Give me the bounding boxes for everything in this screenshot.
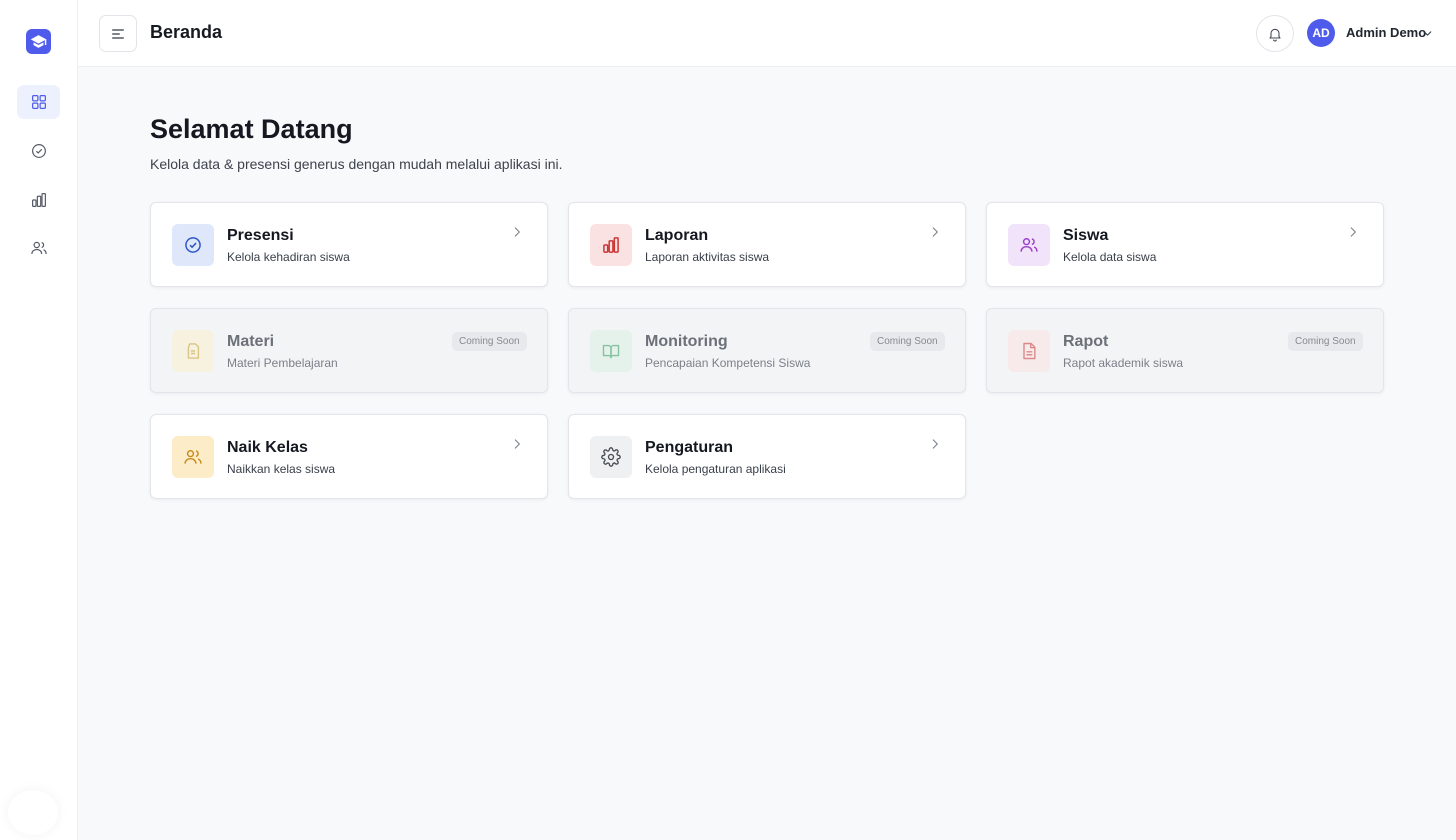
sidebar-item-siswa[interactable] xyxy=(17,231,60,265)
card-title: Laporan xyxy=(645,227,709,244)
sidebar xyxy=(0,0,78,840)
avatar[interactable]: AD xyxy=(1307,19,1335,47)
app-logo-icon[interactable] xyxy=(26,29,51,54)
document-icon xyxy=(172,330,214,372)
welcome-title: Selamat Datang xyxy=(150,114,353,144)
card-rapot: Rapot Rapot akademik siswa Coming Soon xyxy=(986,308,1384,393)
user-name[interactable]: Admin Demo xyxy=(1346,25,1426,40)
file-text-icon xyxy=(1008,330,1050,372)
grid-icon xyxy=(31,95,46,109)
users-icon xyxy=(172,436,214,478)
card-siswa[interactable]: Siswa Kelola data siswa xyxy=(986,202,1384,287)
notification-button[interactable] xyxy=(1256,15,1294,52)
card-materi: Materi Materi Pembelajaran Coming Soon xyxy=(150,308,548,393)
help-widget[interactable] xyxy=(8,790,58,835)
card-title: Monitoring xyxy=(645,333,728,350)
chevron-right-icon xyxy=(928,437,942,456)
card-description: Kelola data siswa xyxy=(1063,250,1157,264)
check-circle-icon xyxy=(172,224,214,266)
chevron-right-icon xyxy=(510,437,524,456)
chevron-down-icon[interactable] xyxy=(1421,27,1434,45)
top-header: Beranda AD Admin Demo xyxy=(78,0,1456,67)
welcome-subtitle: Kelola data & presensi generus dengan mu… xyxy=(150,156,563,172)
sidebar-item-presensi[interactable] xyxy=(17,134,60,168)
card-monitoring: Monitoring Pencapaian Kompetensi Siswa C… xyxy=(568,308,966,393)
sidebar-item-dashboard[interactable] xyxy=(17,85,60,119)
users-icon xyxy=(1008,224,1050,266)
page-title: Beranda xyxy=(150,22,223,42)
gear-icon xyxy=(590,436,632,478)
card-title: Naik Kelas xyxy=(227,439,308,456)
coming-soon-badge: Coming Soon xyxy=(452,332,527,351)
card-presensi[interactable]: Presensi Kelola kehadiran siswa xyxy=(150,202,548,287)
card-title: Siswa xyxy=(1063,227,1109,244)
card-naik-kelas[interactable]: Naik Kelas Naikkan kelas siswa xyxy=(150,414,548,499)
users-icon xyxy=(30,241,47,255)
bell-icon xyxy=(1269,28,1281,41)
card-laporan[interactable]: Laporan Laporan aktivitas siswa xyxy=(568,202,966,287)
chevron-right-icon xyxy=(928,225,942,244)
card-pengaturan[interactable]: Pengaturan Kelola pengaturan aplikasi xyxy=(568,414,966,499)
chevron-right-icon xyxy=(1346,225,1360,244)
sidebar-item-laporan[interactable] xyxy=(17,183,60,217)
card-description: Rapot akademik siswa xyxy=(1063,356,1184,370)
card-description: Naikkan kelas siswa xyxy=(227,462,336,476)
card-description: Kelola kehadiran siswa xyxy=(227,250,350,264)
card-title: Materi xyxy=(227,333,275,350)
menu-toggle-button[interactable] xyxy=(99,15,137,52)
card-title: Pengaturan xyxy=(645,439,734,456)
card-title: Presensi xyxy=(227,227,294,244)
card-title: Rapot xyxy=(1063,333,1109,350)
card-description: Kelola pengaturan aplikasi xyxy=(645,462,786,476)
coming-soon-badge: Coming Soon xyxy=(1288,332,1363,351)
check-circle-icon xyxy=(31,144,46,158)
card-description: Laporan aktivitas siswa xyxy=(645,250,770,264)
bar-chart-icon xyxy=(590,224,632,266)
bar-chart-icon xyxy=(31,193,46,207)
coming-soon-badge: Coming Soon xyxy=(870,332,945,351)
card-description: Materi Pembelajaran xyxy=(227,356,338,370)
menu-icon xyxy=(112,28,124,39)
card-description: Pencapaian Kompetensi Siswa xyxy=(645,356,811,370)
book-open-icon xyxy=(590,330,632,372)
chevron-right-icon xyxy=(510,225,524,244)
